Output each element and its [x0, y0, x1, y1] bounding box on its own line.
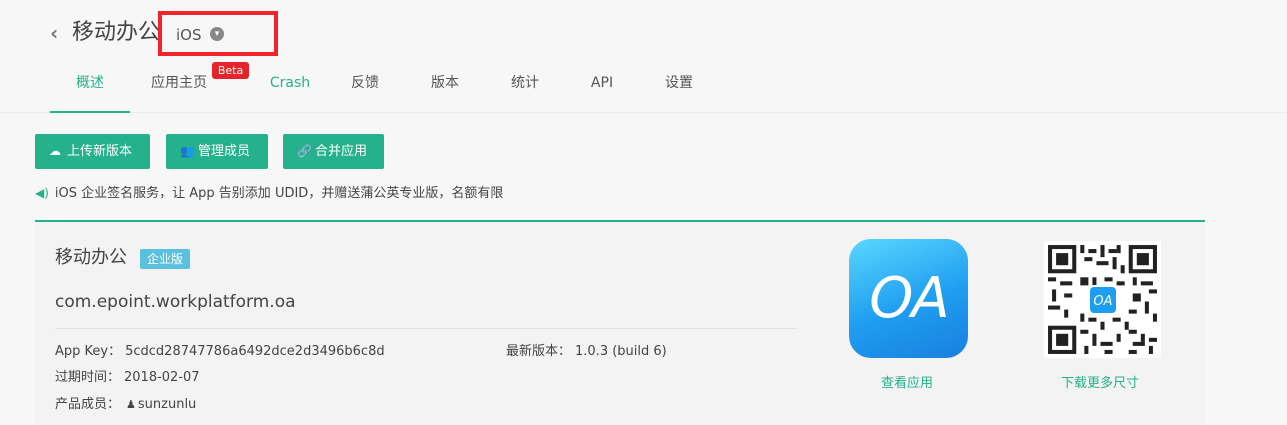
bundle-id: com.epoint.workplatform.oa — [55, 292, 296, 312]
app-key-row: App Key： 5cdcd28747786a6492dce2d3496b6c8d — [55, 343, 385, 361]
users-icon: 👥 — [180, 144, 195, 158]
cloud-upload-icon: ☁ — [49, 144, 61, 158]
chevron-left-icon[interactable]: ‹ — [50, 22, 64, 44]
user-icon: ♟ — [126, 398, 136, 411]
latest-version-row: 最新版本： 1.0.3 (build 6) — [506, 343, 667, 361]
notice-bar[interactable]: ◀) iOS 企业签名服务，让 App 告别添加 UDID，并赠送蒲公英专业版，名… — [35, 183, 503, 204]
tab-api[interactable]: API — [580, 60, 624, 113]
chevron-down-icon[interactable]: ▾ — [210, 27, 224, 41]
tab-feedback[interactable]: 反馈 — [340, 60, 390, 113]
app-key-label: App Key： — [55, 344, 122, 359]
app-name: 移动办公 — [55, 247, 127, 268]
upload-version-button[interactable]: ☁ 上传新版本 — [35, 134, 150, 169]
platform-selector[interactable]: iOS — [176, 25, 202, 45]
members-label: 产品成员： — [55, 397, 121, 412]
app-icon[interactable]: OA — [849, 239, 968, 358]
upload-version-label: 上传新版本 — [67, 144, 133, 159]
expire-value: 2018-02-07 — [124, 370, 200, 385]
latest-version-label: 最新版本： — [506, 344, 572, 359]
tab-versions[interactable]: 版本 — [420, 60, 470, 113]
tab-app-home[interactable]: 应用主页 — [140, 60, 218, 113]
members-row: 产品成员： ♟ sunzunlu — [55, 396, 196, 414]
expire-row: 过期时间： 2018-02-07 — [55, 369, 200, 387]
tab-crash[interactable]: Crash — [250, 60, 330, 113]
merge-app-button[interactable]: 🔗 合并应用 — [283, 134, 384, 169]
tab-stats[interactable]: 统计 — [500, 60, 550, 113]
beta-badge: Beta — [212, 62, 249, 79]
app-key-value: 5cdcd28747786a6492dce2d3496b6c8d — [125, 344, 385, 359]
card-divider — [55, 328, 797, 329]
member-name[interactable]: sunzunlu — [138, 397, 196, 412]
merge-app-label: 合并应用 — [315, 144, 368, 159]
tab-overview[interactable]: 概述 — [50, 60, 130, 113]
notice-text: iOS 企业签名服务，让 App 告别添加 UDID，并赠送蒲公英专业版，名额有… — [54, 186, 504, 201]
manage-members-button[interactable]: 👥 管理成员 — [166, 134, 268, 169]
expire-label: 过期时间： — [55, 370, 121, 385]
tab-bar: 概述 应用主页 Crash 反馈 版本 统计 API 设置 — [50, 60, 750, 113]
app-info-card: 移动办公 企业版 com.epoint.workplatform.oa App … — [35, 220, 1205, 425]
qr-logo: OA — [1088, 285, 1118, 315]
speaker-icon: ◀) — [35, 186, 49, 200]
app-icon-label: OA — [869, 266, 949, 331]
app-header: ‹ 移动办公 iOS ▾ 概述 应用主页 Crash 反馈 版本 统计 API … — [0, 0, 1287, 113]
download-more-sizes-link[interactable]: 下载更多尺寸 — [1061, 375, 1139, 393]
latest-version-value: 1.0.3 (build 6) — [575, 344, 667, 359]
view-app-link[interactable]: 查看应用 — [881, 375, 933, 393]
link-icon: 🔗 — [297, 144, 312, 158]
tab-settings[interactable]: 设置 — [654, 60, 704, 113]
enterprise-badge: 企业版 — [140, 249, 191, 269]
manage-members-label: 管理成员 — [198, 144, 251, 159]
app-title: 移动办公 — [72, 20, 161, 45]
